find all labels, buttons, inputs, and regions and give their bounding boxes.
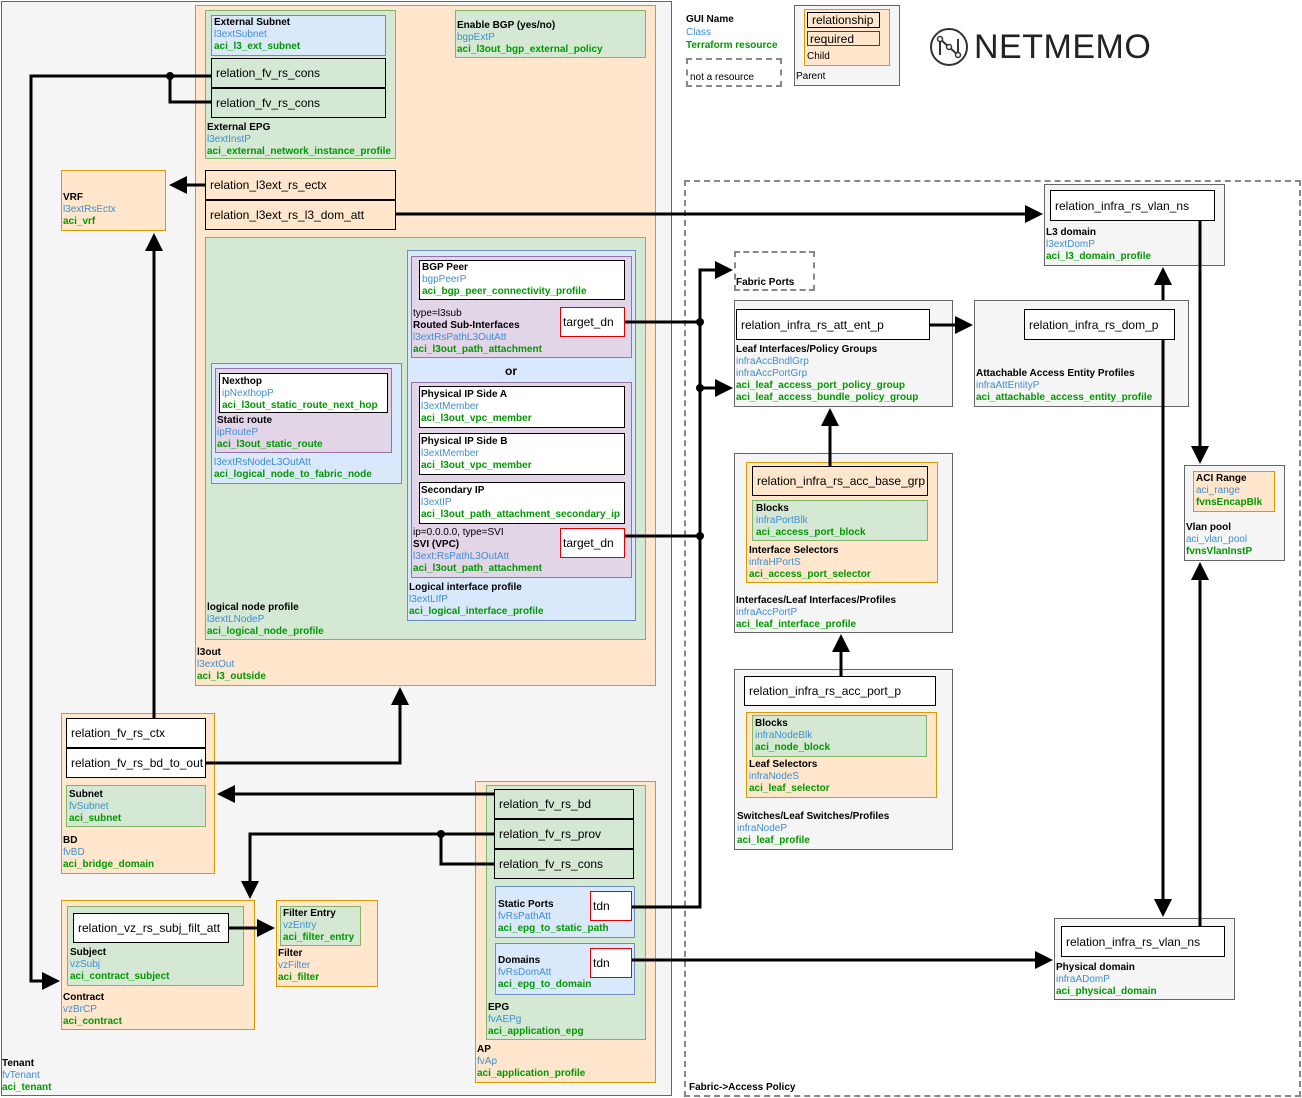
link-bd-to-l3out [206,687,409,765]
link-ext-epg-to-contract [29,74,211,990]
junction-svi [696,532,704,540]
junction-lipg [696,384,704,392]
junction-rsi [696,318,704,326]
link-static-ports [632,261,733,909]
junction-ext-epg [166,72,174,80]
junction-epg-contract [437,830,445,838]
connector-lines [29,72,1209,990]
